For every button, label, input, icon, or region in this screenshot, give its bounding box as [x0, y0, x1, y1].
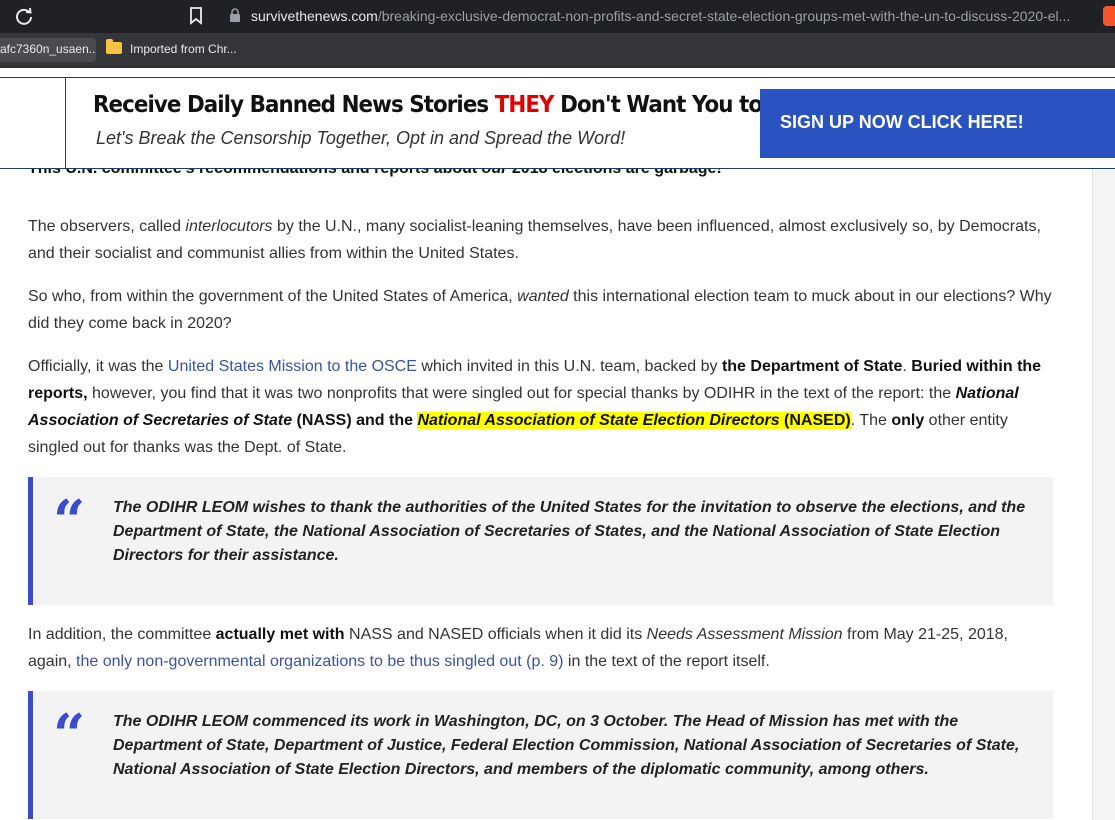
paragraph-bold: only: [891, 412, 925, 429]
address-bar[interactable]: survivethenews.com/breaking-exclusive-de…: [251, 8, 1087, 24]
bookmark-label: afc7360n_usaen...: [0, 42, 96, 56]
url-path: /breaking-exclusive-democrat-non-profits…: [377, 8, 1071, 24]
paragraph-text: . The: [850, 412, 892, 429]
paragraph-text: .: [902, 358, 912, 375]
paragraph-text: In addition, the committee: [28, 626, 216, 643]
paragraph-emphasis: wanted: [517, 288, 569, 305]
browser-toolbar: survivethenews.com/breaking-exclusive-de…: [0, 0, 1115, 33]
paragraph-bold-italic: National Association of State Election D…: [417, 412, 780, 429]
page-scrollbar[interactable]: [1092, 169, 1115, 820]
report-link[interactable]: the only non-governmental organizations …: [76, 653, 563, 670]
paragraph-text: This U.N. committee's recommendations an…: [28, 169, 482, 177]
paragraph-bold: (NASED): [779, 412, 851, 429]
paragraph-emphasis: Needs Assessment Mission: [646, 626, 843, 643]
paragraph-bold: the Department of State: [721, 358, 903, 375]
bookmark-label: Imported from Chr...: [130, 42, 237, 56]
banner-divider: [65, 78, 66, 168]
paragraph-text: which invited in this U.N. team, backed …: [416, 358, 722, 375]
paragraph-text: in the text of the report itself.: [563, 653, 770, 670]
article-paragraph: Officially, it was the United States Mis…: [28, 353, 1053, 461]
blockquote: “ The ODIHR LEOM wishes to thank the aut…: [28, 477, 1053, 605]
article-paragraph: In addition, the committee actually met …: [28, 621, 1053, 675]
paragraph-text: So who, from within the government of th…: [28, 288, 518, 305]
bookmark-item[interactable]: afc7360n_usaen...: [0, 38, 96, 62]
article-paragraph: This U.N. committee's recommendations an…: [28, 169, 1053, 182]
paragraph-text: however, you find that it was two nonpro…: [87, 385, 956, 402]
banner-title-text: Receive Daily Banned News Stories: [93, 92, 495, 118]
banner-title-highlight: THEY: [494, 92, 555, 118]
bookmarks-bar: afc7360n_usaen... Imported from Chr...: [0, 33, 1115, 66]
url-domain: survivethenews.com: [251, 8, 378, 24]
folder-icon: [106, 39, 122, 54]
article-paragraph: The observers, called interlocutors by t…: [28, 213, 1053, 267]
optin-banner: Receive Daily Banned News Stories THEY D…: [0, 77, 1115, 169]
banner-title: Receive Daily Banned News Stories THEY D…: [93, 92, 841, 118]
paragraph-text: The observers, called: [28, 218, 186, 235]
bookmark-folder[interactable]: Imported from Chr...: [106, 39, 237, 56]
paragraph-text: Officially, it was the: [28, 358, 168, 375]
paragraph-text: NASS and NASED officials when it did its: [344, 626, 647, 643]
quote-icon: “: [53, 488, 86, 554]
paragraph-bold: (NASS) and the: [292, 412, 418, 429]
paragraph-emphasis: our: [482, 169, 508, 177]
quote-icon: “: [53, 702, 86, 768]
osce-mission-link[interactable]: United States Mission to the OSCE: [168, 358, 417, 375]
paragraph-emphasis: interlocutors: [185, 218, 273, 235]
blockquote: “ The ODIHR LEOM commenced its work in W…: [28, 691, 1053, 819]
quote-text: The ODIHR LEOM wishes to thank the autho…: [113, 499, 1026, 564]
paragraph-bold: actually met with: [215, 626, 345, 643]
banner-subtitle: Let's Break the Censorship Together, Opt…: [96, 128, 626, 148]
highlighted-text: National Association of State Election D…: [417, 412, 851, 429]
article-paragraph: So who, from within the government of th…: [28, 283, 1053, 337]
reload-icon[interactable]: [14, 6, 34, 26]
signup-button[interactable]: SIGN UP NOW CLICK HERE!: [760, 89, 1115, 158]
paragraph-text: 2018 elections are garbage!: [507, 169, 722, 177]
article-body: This U.N. committee's recommendations an…: [0, 169, 1092, 820]
lock-icon[interactable]: [229, 8, 241, 23]
bookmark-icon[interactable]: [188, 7, 204, 25]
brave-extension-icon[interactable]: [1103, 6, 1115, 26]
quote-text: The ODIHR LEOM commenced its work in Was…: [113, 713, 1020, 778]
toolbar-divider: [0, 66, 1115, 68]
